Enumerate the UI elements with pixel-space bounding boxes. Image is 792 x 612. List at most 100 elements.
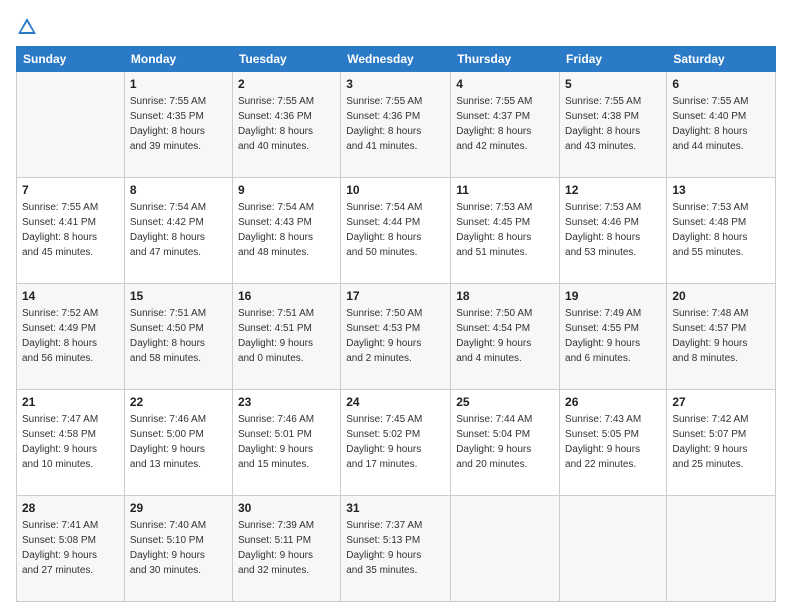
day-info: Sunrise: 7:50 AMSunset: 4:53 PMDaylight:… — [346, 306, 445, 366]
logo-icon — [16, 16, 38, 38]
calendar-cell: 26Sunrise: 7:43 AMSunset: 5:05 PMDayligh… — [560, 390, 667, 496]
calendar-cell: 6Sunrise: 7:55 AMSunset: 4:40 PMDaylight… — [667, 72, 776, 178]
week-row-5: 28Sunrise: 7:41 AMSunset: 5:08 PMDayligh… — [17, 496, 776, 602]
calendar-cell: 8Sunrise: 7:54 AMSunset: 4:42 PMDaylight… — [124, 178, 232, 284]
calendar-cell: 20Sunrise: 7:48 AMSunset: 4:57 PMDayligh… — [667, 284, 776, 390]
day-info: Sunrise: 7:47 AMSunset: 4:58 PMDaylight:… — [22, 412, 119, 472]
day-number: 15 — [130, 288, 227, 305]
day-number: 30 — [238, 500, 335, 517]
day-number: 24 — [346, 394, 445, 411]
calendar-cell: 2Sunrise: 7:55 AMSunset: 4:36 PMDaylight… — [232, 72, 340, 178]
day-number: 27 — [672, 394, 770, 411]
day-number: 19 — [565, 288, 661, 305]
day-number: 10 — [346, 182, 445, 199]
day-number: 26 — [565, 394, 661, 411]
day-info: Sunrise: 7:44 AMSunset: 5:04 PMDaylight:… — [456, 412, 554, 472]
calendar-cell: 28Sunrise: 7:41 AMSunset: 5:08 PMDayligh… — [17, 496, 125, 602]
weekday-header-saturday: Saturday — [667, 47, 776, 72]
day-number: 20 — [672, 288, 770, 305]
calendar-cell: 22Sunrise: 7:46 AMSunset: 5:00 PMDayligh… — [124, 390, 232, 496]
day-number: 3 — [346, 76, 445, 93]
day-info: Sunrise: 7:51 AMSunset: 4:50 PMDaylight:… — [130, 306, 227, 366]
day-info: Sunrise: 7:50 AMSunset: 4:54 PMDaylight:… — [456, 306, 554, 366]
day-number: 29 — [130, 500, 227, 517]
week-row-1: 1Sunrise: 7:55 AMSunset: 4:35 PMDaylight… — [17, 72, 776, 178]
calendar-cell: 19Sunrise: 7:49 AMSunset: 4:55 PMDayligh… — [560, 284, 667, 390]
logo — [16, 16, 42, 38]
day-number: 17 — [346, 288, 445, 305]
day-number: 7 — [22, 182, 119, 199]
day-number: 9 — [238, 182, 335, 199]
day-info: Sunrise: 7:51 AMSunset: 4:51 PMDaylight:… — [238, 306, 335, 366]
calendar-cell: 17Sunrise: 7:50 AMSunset: 4:53 PMDayligh… — [341, 284, 451, 390]
calendar-header: SundayMondayTuesdayWednesdayThursdayFrid… — [17, 47, 776, 72]
day-info: Sunrise: 7:37 AMSunset: 5:13 PMDaylight:… — [346, 518, 445, 578]
day-info: Sunrise: 7:52 AMSunset: 4:49 PMDaylight:… — [22, 306, 119, 366]
day-info: Sunrise: 7:54 AMSunset: 4:44 PMDaylight:… — [346, 200, 445, 260]
day-info: Sunrise: 7:55 AMSunset: 4:36 PMDaylight:… — [346, 94, 445, 154]
calendar-cell: 15Sunrise: 7:51 AMSunset: 4:50 PMDayligh… — [124, 284, 232, 390]
day-number: 8 — [130, 182, 227, 199]
day-number: 16 — [238, 288, 335, 305]
weekday-header-tuesday: Tuesday — [232, 47, 340, 72]
calendar-cell: 18Sunrise: 7:50 AMSunset: 4:54 PMDayligh… — [451, 284, 560, 390]
day-info: Sunrise: 7:39 AMSunset: 5:11 PMDaylight:… — [238, 518, 335, 578]
day-number: 18 — [456, 288, 554, 305]
day-number: 13 — [672, 182, 770, 199]
calendar-cell: 27Sunrise: 7:42 AMSunset: 5:07 PMDayligh… — [667, 390, 776, 496]
day-info: Sunrise: 7:54 AMSunset: 4:43 PMDaylight:… — [238, 200, 335, 260]
day-number: 12 — [565, 182, 661, 199]
calendar-cell: 29Sunrise: 7:40 AMSunset: 5:10 PMDayligh… — [124, 496, 232, 602]
week-row-4: 21Sunrise: 7:47 AMSunset: 4:58 PMDayligh… — [17, 390, 776, 496]
calendar-cell: 4Sunrise: 7:55 AMSunset: 4:37 PMDaylight… — [451, 72, 560, 178]
calendar-cell: 23Sunrise: 7:46 AMSunset: 5:01 PMDayligh… — [232, 390, 340, 496]
calendar-cell: 16Sunrise: 7:51 AMSunset: 4:51 PMDayligh… — [232, 284, 340, 390]
calendar-cell: 5Sunrise: 7:55 AMSunset: 4:38 PMDaylight… — [560, 72, 667, 178]
calendar-page: SundayMondayTuesdayWednesdayThursdayFrid… — [0, 0, 792, 612]
calendar-cell: 13Sunrise: 7:53 AMSunset: 4:48 PMDayligh… — [667, 178, 776, 284]
day-info: Sunrise: 7:48 AMSunset: 4:57 PMDaylight:… — [672, 306, 770, 366]
day-number: 2 — [238, 76, 335, 93]
day-number: 11 — [456, 182, 554, 199]
calendar-cell: 14Sunrise: 7:52 AMSunset: 4:49 PMDayligh… — [17, 284, 125, 390]
day-info: Sunrise: 7:55 AMSunset: 4:40 PMDaylight:… — [672, 94, 770, 154]
weekday-header-wednesday: Wednesday — [341, 47, 451, 72]
week-row-2: 7Sunrise: 7:55 AMSunset: 4:41 PMDaylight… — [17, 178, 776, 284]
day-number: 28 — [22, 500, 119, 517]
calendar-cell: 7Sunrise: 7:55 AMSunset: 4:41 PMDaylight… — [17, 178, 125, 284]
day-number: 1 — [130, 76, 227, 93]
calendar-cell: 3Sunrise: 7:55 AMSunset: 4:36 PMDaylight… — [341, 72, 451, 178]
calendar-cell: 24Sunrise: 7:45 AMSunset: 5:02 PMDayligh… — [341, 390, 451, 496]
day-info: Sunrise: 7:43 AMSunset: 5:05 PMDaylight:… — [565, 412, 661, 472]
calendar-cell: 11Sunrise: 7:53 AMSunset: 4:45 PMDayligh… — [451, 178, 560, 284]
day-number: 31 — [346, 500, 445, 517]
day-info: Sunrise: 7:40 AMSunset: 5:10 PMDaylight:… — [130, 518, 227, 578]
day-info: Sunrise: 7:53 AMSunset: 4:46 PMDaylight:… — [565, 200, 661, 260]
calendar-cell: 12Sunrise: 7:53 AMSunset: 4:46 PMDayligh… — [560, 178, 667, 284]
calendar-cell: 1Sunrise: 7:55 AMSunset: 4:35 PMDaylight… — [124, 72, 232, 178]
day-info: Sunrise: 7:55 AMSunset: 4:37 PMDaylight:… — [456, 94, 554, 154]
day-number: 4 — [456, 76, 554, 93]
calendar-cell — [560, 496, 667, 602]
calendar-cell — [17, 72, 125, 178]
day-info: Sunrise: 7:53 AMSunset: 4:45 PMDaylight:… — [456, 200, 554, 260]
day-info: Sunrise: 7:46 AMSunset: 5:01 PMDaylight:… — [238, 412, 335, 472]
day-number: 14 — [22, 288, 119, 305]
day-number: 23 — [238, 394, 335, 411]
day-number: 21 — [22, 394, 119, 411]
week-row-3: 14Sunrise: 7:52 AMSunset: 4:49 PMDayligh… — [17, 284, 776, 390]
calendar-cell: 31Sunrise: 7:37 AMSunset: 5:13 PMDayligh… — [341, 496, 451, 602]
weekday-header-thursday: Thursday — [451, 47, 560, 72]
calendar-cell — [667, 496, 776, 602]
weekday-row: SundayMondayTuesdayWednesdayThursdayFrid… — [17, 47, 776, 72]
day-number: 6 — [672, 76, 770, 93]
header — [16, 16, 776, 38]
weekday-header-friday: Friday — [560, 47, 667, 72]
day-info: Sunrise: 7:55 AMSunset: 4:36 PMDaylight:… — [238, 94, 335, 154]
day-number: 25 — [456, 394, 554, 411]
day-info: Sunrise: 7:41 AMSunset: 5:08 PMDaylight:… — [22, 518, 119, 578]
calendar-cell — [451, 496, 560, 602]
day-info: Sunrise: 7:42 AMSunset: 5:07 PMDaylight:… — [672, 412, 770, 472]
calendar-table: SundayMondayTuesdayWednesdayThursdayFrid… — [16, 46, 776, 602]
day-info: Sunrise: 7:45 AMSunset: 5:02 PMDaylight:… — [346, 412, 445, 472]
